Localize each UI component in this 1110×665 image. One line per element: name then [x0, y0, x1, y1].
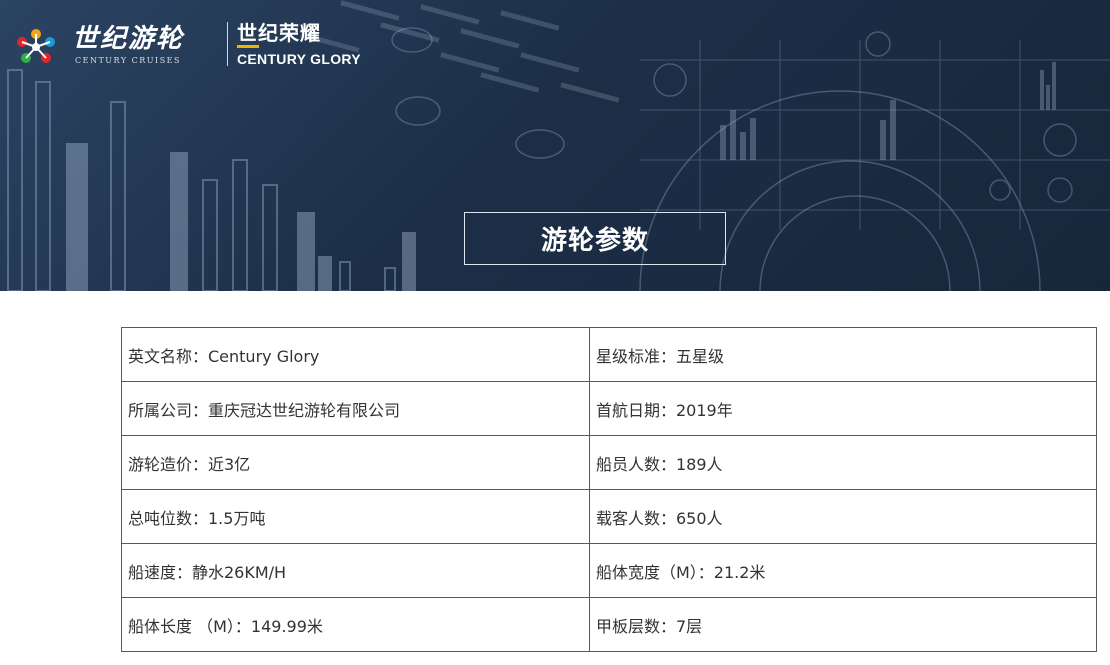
table-cell: 英文名称：Century Glory [121, 327, 590, 382]
ship-name-cn: 世纪荣耀 [237, 21, 321, 45]
table-row: 游轮造价：近3亿 船员人数：189人 [121, 435, 1097, 490]
table-cell: 首航日期：2019年 [589, 381, 1097, 436]
ship-name-en: CENTURY GLORY [237, 51, 361, 67]
table-row: 英文名称：Century Glory 星级标准：五星级 [121, 327, 1097, 382]
table-cell: 所属公司：重庆冠达世纪游轮有限公司 [121, 381, 590, 436]
brand-name-cn: 世纪游轮 [72, 23, 185, 54]
table-cell: 船速度：静水26KM/H [121, 543, 590, 598]
table-cell: 船体宽度（M）：21.2米 [589, 543, 1097, 598]
section-title: 游轮参数 [540, 226, 649, 256]
century-cruises-logo-icon [17, 29, 55, 63]
table-cell: 船员人数：189人 [589, 435, 1097, 490]
ship-name-block: 世纪荣耀 CENTURY GLORY [237, 20, 361, 67]
cruise-parameters-table: 英文名称：Century Glory 星级标准：五星级 所属公司：重庆冠达世纪游… [121, 327, 1097, 652]
table-cell: 甲板层数：7层 [589, 597, 1097, 652]
table-row: 船体长度 （M）：149.99米 甲板层数：7层 [121, 597, 1097, 652]
table-row: 船速度：静水26KM/H 船体宽度（M）：21.2米 [121, 543, 1097, 598]
table-cell: 游轮造价：近3亿 [121, 435, 590, 490]
table-cell: 星级标准：五星级 [589, 327, 1097, 382]
brand-logo[interactable]: 世纪游轮 CENTURY CRUISES [8, 16, 184, 72]
table-row: 所属公司：重庆冠达世纪游轮有限公司 首航日期：2019年 [121, 381, 1097, 436]
table-cell: 船体长度 （M）：149.99米 [121, 597, 590, 652]
header-banner: 世纪游轮 CENTURY CRUISES 世纪荣耀 CENTURY GLORY … [0, 0, 1110, 291]
table-cell: 载客人数：650人 [589, 489, 1097, 544]
table-cell: 总吨位数：1.5万吨 [121, 489, 590, 544]
brand-name-en: CENTURY CRUISES [75, 55, 181, 65]
table-row: 总吨位数：1.5万吨 载客人数：650人 [121, 489, 1097, 544]
logo-divider [227, 22, 228, 66]
section-title-box: 游轮参数 [464, 212, 726, 265]
